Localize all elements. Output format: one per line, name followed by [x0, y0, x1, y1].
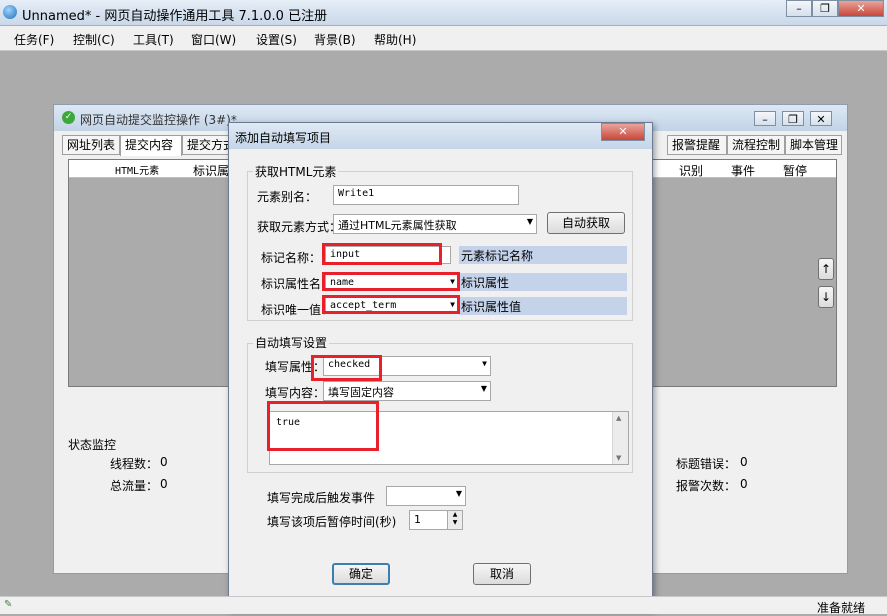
attr-select-value: name: [330, 277, 355, 288]
group-get-element-title: 获取HTML元素: [253, 163, 339, 180]
method-select-value: 通过HTML元素属性获取: [338, 219, 457, 232]
chevron-down-icon: ▼: [480, 384, 487, 393]
traffic-label: 总流量：: [110, 479, 159, 493]
status-monitor-title: 状态监控: [68, 438, 117, 452]
fill-attr-select[interactable]: checked ▼: [323, 356, 491, 376]
tab-url-list[interactable]: 网址列表: [62, 135, 120, 155]
title-error-value: 0: [740, 455, 748, 469]
fill-content-select-value: 填写固定内容: [328, 386, 394, 399]
alarm-count-label: 报警次数：: [676, 479, 737, 493]
add-autofill-dialog: 添加自动填写项目 ✕ 获取HTML元素 元素别名： Write1 获取元素方式：…: [228, 122, 653, 610]
child-restore-icon[interactable]: ❐: [782, 111, 804, 126]
fill-content-select[interactable]: 填写固定内容 ▼: [323, 381, 491, 401]
status-bar: ✎ 准备就绪: [0, 596, 887, 615]
tag-input[interactable]: input: [325, 246, 451, 264]
pause-label: 填写该项后暂停时间(秒): [267, 515, 397, 529]
dialog-title-bar: 添加自动填写项目 ✕: [229, 123, 652, 149]
menu-help[interactable]: 帮助(H): [374, 31, 416, 48]
chevron-down-icon: ▼: [482, 359, 487, 368]
chevron-down-icon: ▼: [450, 300, 455, 309]
pause-spinner[interactable]: 1 ▲ ▼: [409, 510, 463, 530]
col-attr[interactable]: 标识属: [193, 162, 229, 179]
title-error-label: 标题错误：: [676, 457, 737, 471]
attr-select[interactable]: name ▼: [325, 274, 459, 291]
tab-flow-control[interactable]: 流程控制: [727, 135, 785, 155]
ok-button[interactable]: 确定: [332, 563, 390, 585]
dialog-close-icon[interactable]: ✕: [601, 123, 645, 141]
menu-task[interactable]: 任务(F): [14, 31, 54, 48]
menu-control[interactable]: 控制(C): [73, 31, 115, 48]
thread-label: 线程数：: [110, 457, 159, 471]
content-textarea[interactable]: true ▲ ▼: [269, 411, 629, 465]
method-select[interactable]: 通过HTML元素属性获取 ▼: [333, 214, 537, 234]
status-text: 准备就绪: [816, 601, 865, 615]
unique-hint: 标识属性值: [459, 297, 627, 315]
tag-label: 标记名称：: [261, 251, 322, 265]
fill-content-label: 填写内容：: [265, 386, 326, 400]
menu-background[interactable]: 背景(B): [314, 31, 356, 48]
attr-hint: 标识属性: [459, 273, 627, 291]
move-down-button[interactable]: ↓: [818, 286, 834, 308]
method-label: 获取元素方式：: [257, 220, 342, 234]
fill-attr-label: 填写属性：: [265, 360, 326, 374]
menu-tools[interactable]: 工具(T): [133, 31, 174, 48]
restore-icon[interactable]: ❐: [812, 0, 838, 17]
unique-label: 标识唯一值：: [261, 303, 334, 317]
col-pause[interactable]: 暂停: [783, 162, 807, 179]
col-event[interactable]: 事件: [731, 162, 755, 179]
minimize-icon[interactable]: –: [786, 0, 812, 17]
tag-hint: 元素标记名称: [459, 246, 627, 264]
alias-label: 元素别名：: [257, 190, 318, 204]
tab-alarm[interactable]: 报警提醒: [667, 135, 727, 155]
group-fill-settings-title: 自动填写设置: [253, 334, 330, 351]
menu-settings[interactable]: 设置(S): [256, 31, 297, 48]
check-icon: ✓: [62, 111, 75, 124]
move-up-button[interactable]: ↑: [818, 258, 834, 280]
spinner-arrows-icon[interactable]: ▲ ▼: [447, 511, 462, 529]
chevron-down-icon: ▼: [526, 217, 533, 226]
thread-value: 0: [160, 455, 168, 469]
chevron-down-icon: ▼: [455, 489, 462, 498]
unique-select-value: accept_term: [330, 300, 397, 311]
app-globe-icon: [3, 5, 17, 19]
tab-script[interactable]: 脚本管理: [785, 135, 842, 155]
app-title-bar: Unnamed* - 网页自动操作通用工具 7.1.0.0 已注册 – ❐ ✕: [0, 0, 887, 26]
close-icon[interactable]: ✕: [838, 0, 884, 17]
tab-submit-content[interactable]: 提交内容: [120, 135, 182, 156]
alias-input[interactable]: Write1: [333, 185, 519, 205]
status-grip-icon: ✎: [4, 599, 13, 610]
cancel-button[interactable]: 取消: [473, 563, 531, 585]
scroll-down-icon[interactable]: ▼: [616, 454, 621, 462]
trigger-label: 填写完成后触发事件: [267, 491, 376, 505]
trigger-select[interactable]: ▼: [386, 486, 466, 506]
content-text: true: [276, 417, 301, 428]
child-minimize-icon[interactable]: –: [754, 111, 776, 126]
pause-value: 1: [414, 513, 421, 526]
content-scrollbar[interactable]: ▲ ▼: [612, 412, 628, 464]
attr-label: 标识属性名：: [261, 277, 334, 291]
auto-get-button[interactable]: 自动获取: [547, 212, 625, 234]
chevron-down-icon: ▼: [450, 277, 455, 286]
col-html-element[interactable]: HTML元素: [115, 162, 159, 177]
menu-bar: 任务(F) 控制(C) 工具(T) 窗口(W) 设置(S) 背景(B) 帮助(H…: [0, 26, 887, 51]
tab-submit-method[interactable]: 提交方式: [182, 135, 235, 155]
traffic-value: 0: [160, 477, 168, 491]
menu-window[interactable]: 窗口(W): [191, 31, 236, 48]
col-identify[interactable]: 识别: [679, 162, 703, 179]
scroll-up-icon[interactable]: ▲: [616, 414, 621, 422]
unique-select[interactable]: accept_term ▼: [325, 297, 459, 314]
child-close-icon[interactable]: ✕: [810, 111, 832, 126]
child-window-title: 网页自动提交监控操作 (3#)*: [80, 113, 237, 127]
fill-attr-select-value: checked: [328, 359, 371, 370]
alarm-count-value: 0: [740, 477, 748, 491]
dialog-title: 添加自动填写项目: [235, 131, 332, 145]
app-title: Unnamed* - 网页自动操作通用工具 7.1.0.0 已注册: [22, 9, 328, 24]
